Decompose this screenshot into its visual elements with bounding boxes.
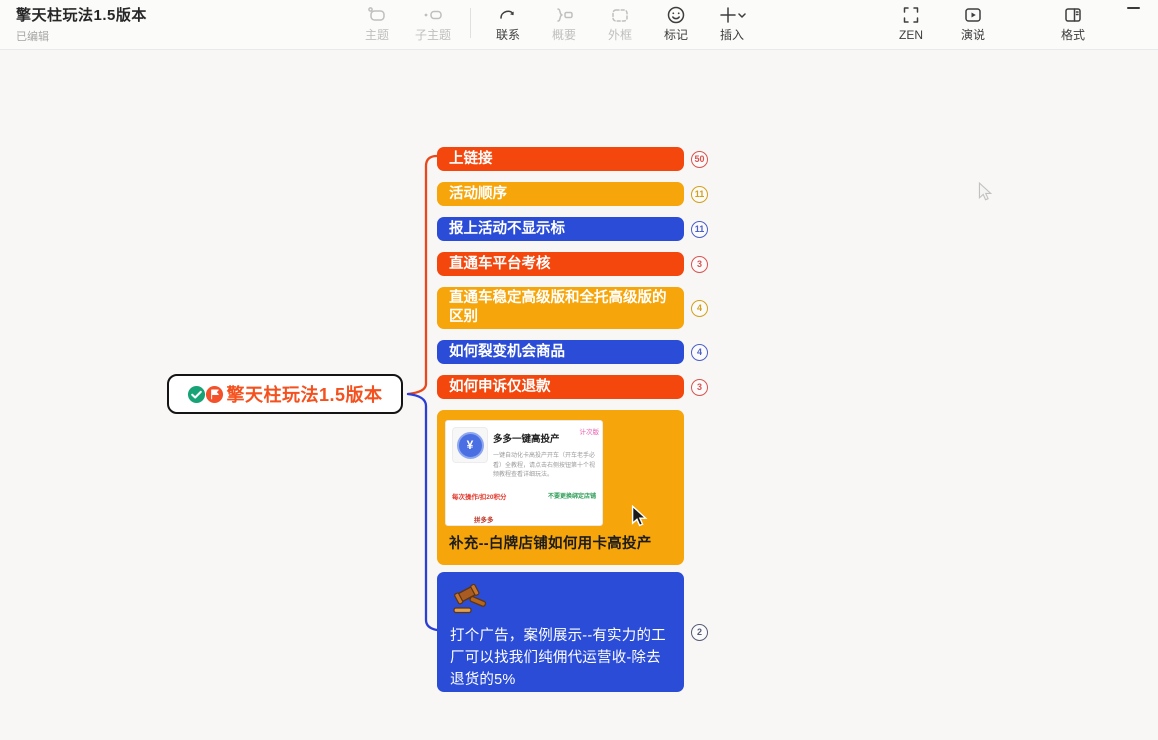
toolbar-button-label: 外框 xyxy=(608,28,632,42)
topic-row: 打个广告，案例展示--有实力的工厂可以找我们纯佣代运营收-除去退货的5% 2 xyxy=(437,572,708,692)
toolbar-button-boundary: 外框 xyxy=(595,4,645,42)
present-icon xyxy=(962,4,984,26)
summary-icon xyxy=(553,4,575,26)
gavel-icon xyxy=(450,582,671,622)
document-status: 已编辑 xyxy=(16,28,147,44)
topic-node[interactable]: 报上活动不显示标 xyxy=(437,217,684,241)
topic-row: 报上活动不显示标 11 xyxy=(437,217,708,241)
toolbar-button-format[interactable]: 格式 xyxy=(1048,4,1098,42)
flag-icon[interactable] xyxy=(205,385,224,404)
window-minimize-button[interactable] xyxy=(1127,7,1140,9)
central-topic-label: 擎天柱玩法1.5版本 xyxy=(226,381,382,407)
toolbar-button-label: 标记 xyxy=(664,28,688,42)
child-topic-column: 上链接 50 活动顺序 11 报上活动不显示标 11 直通车平台考核 3 直通车稳定高级版和全托… xyxy=(437,147,708,692)
topic-label: 报上活动不显示标 xyxy=(449,220,565,239)
central-topic[interactable]: 擎天柱玩法1.5版本 xyxy=(167,374,403,414)
toolbar-button-label: 联系 xyxy=(496,28,520,42)
toolbar-format-group: 格式 xyxy=(1048,4,1098,42)
topic-label: 补充--白牌店铺如何用卡高投产 xyxy=(445,535,676,554)
boundary-icon xyxy=(609,4,631,26)
card-cost-text: 每次操作/扣20积分 xyxy=(452,488,507,507)
topic-count-badge[interactable]: 3 xyxy=(691,256,708,273)
card-brand-text: 拼多多 xyxy=(474,511,602,526)
zen-icon xyxy=(900,4,922,26)
toolbar-divider xyxy=(470,8,471,38)
topic-count-badge[interactable]: 2 xyxy=(691,624,708,641)
topic-count-badge[interactable]: 11 xyxy=(691,186,708,203)
toolbar-button-label: ZEN xyxy=(899,28,923,42)
toolbar-button-summary: 概要 xyxy=(539,4,589,42)
topic-row: 直通车稳定高级版和全托高级版的区别 4 xyxy=(437,287,708,329)
card-description: 一键自动化卡高投产开车（开车老手必看）全教程，请点击右侧按钮第十个视频教程查看详… xyxy=(493,452,597,481)
topic-row: 计次版 ¥ 多多一键高投产 一键自动化卡高投产开车（开车老手必看）全教程，请点击… xyxy=(437,410,708,565)
branch-connector xyxy=(400,144,440,640)
topic-row: 活动顺序 11 xyxy=(437,182,708,206)
topic-node[interactable]: 打个广告，案例展示--有实力的工厂可以找我们纯佣代运营收-除去退货的5% xyxy=(437,572,684,692)
toolbar-button-subtopic: 子主题 xyxy=(408,4,458,42)
topic-node[interactable]: 计次版 ¥ 多多一键高投产 一键自动化卡高投产开车（开车老手必看）全教程，请点击… xyxy=(437,410,684,565)
toolbar-right-group: ZEN 演说 xyxy=(886,4,998,42)
topic-label: 如何裂变机会商品 xyxy=(449,343,565,362)
toolbar-button-zen[interactable]: ZEN xyxy=(886,4,936,42)
embedded-image-card[interactable]: 计次版 ¥ 多多一键高投产 一键自动化卡高投产开车（开车老手必看）全教程，请点击… xyxy=(445,420,603,526)
mouse-cursor-icon xyxy=(629,505,649,528)
toolbar-button-label: 演说 xyxy=(961,28,985,42)
topic-label: 直通车稳定高级版和全托高级版的区别 xyxy=(449,289,672,327)
topic-node[interactable]: 直通车稳定高级版和全托高级版的区别 xyxy=(437,287,684,329)
topic-label: 直通车平台考核 xyxy=(449,255,551,274)
toolbar-button-relationship[interactable]: 联系 xyxy=(483,4,533,42)
marker-icon xyxy=(665,4,687,26)
topic-label: 如何申诉仅退款 xyxy=(449,378,551,397)
insert-icon xyxy=(718,4,746,26)
toolbar-button-topic: 主题 xyxy=(352,4,402,42)
document-title-block: 擎天柱玩法1.5版本 已编辑 xyxy=(16,4,147,44)
card-version-tag: 计次版 xyxy=(580,423,600,442)
topic-count-badge[interactable]: 4 xyxy=(691,300,708,317)
mindmap-canvas[interactable]: 擎天柱玩法1.5版本 上链接 50 活动顺序 11 报上活动不显示标 11 直通车平台考核 3… xyxy=(0,50,1158,740)
subtopic-icon xyxy=(422,4,444,26)
toolbar-button-label: 格式 xyxy=(1061,28,1085,42)
topic-icon xyxy=(366,4,388,26)
topic-node[interactable]: 直通车平台考核 xyxy=(437,252,684,276)
topic-label: 活动顺序 xyxy=(449,185,507,204)
topic-label: 上链接 xyxy=(449,150,493,169)
topic-node[interactable]: 如何裂变机会商品 xyxy=(437,340,684,364)
card-warning-text: 不要更换绑定店铺 xyxy=(548,488,596,507)
app-icon: ¥ xyxy=(452,427,488,463)
topic-label: 打个广告，案例展示--有实力的工厂可以找我们纯佣代运营收-除去退货的5% xyxy=(450,626,671,691)
toolbar-center-group: 主题 子主题 联系 概要 外框 标记 插入 xyxy=(352,4,757,42)
toolbar-button-label: 概要 xyxy=(552,28,576,42)
topic-row: 如何裂变机会商品 4 xyxy=(437,340,708,364)
topic-count-badge[interactable]: 3 xyxy=(691,379,708,396)
toolbar-button-label: 子主题 xyxy=(415,28,451,42)
top-toolbar: 擎天柱玩法1.5版本 已编辑 主题 子主题 联系 概要 外框 标记 插入 ZEN 演说 格式 xyxy=(0,0,1158,50)
topic-row: 如何申诉仅退款 3 xyxy=(437,375,708,399)
toolbar-button-label: 插入 xyxy=(720,28,744,42)
relationship-icon xyxy=(497,4,519,26)
check-icon[interactable] xyxy=(187,385,206,404)
topic-count-badge[interactable]: 11 xyxy=(691,221,708,238)
topic-node[interactable]: 上链接 xyxy=(437,147,684,171)
topic-row: 直通车平台考核 3 xyxy=(437,252,708,276)
topic-count-badge[interactable]: 50 xyxy=(691,151,708,168)
toolbar-button-marker[interactable]: 标记 xyxy=(651,4,701,42)
document-title: 擎天柱玩法1.5版本 xyxy=(16,4,147,25)
topic-node[interactable]: 活动顺序 xyxy=(437,182,684,206)
toolbar-button-present[interactable]: 演说 xyxy=(948,4,998,42)
topic-node[interactable]: 如何申诉仅退款 xyxy=(437,375,684,399)
toolbar-button-label: 主题 xyxy=(365,28,389,42)
toolbar-button-insert[interactable]: 插入 xyxy=(707,4,757,42)
topic-count-badge[interactable]: 4 xyxy=(691,344,708,361)
format-icon xyxy=(1062,4,1084,26)
topic-row: 上链接 50 xyxy=(437,147,708,171)
remote-cursor-icon xyxy=(976,182,994,202)
